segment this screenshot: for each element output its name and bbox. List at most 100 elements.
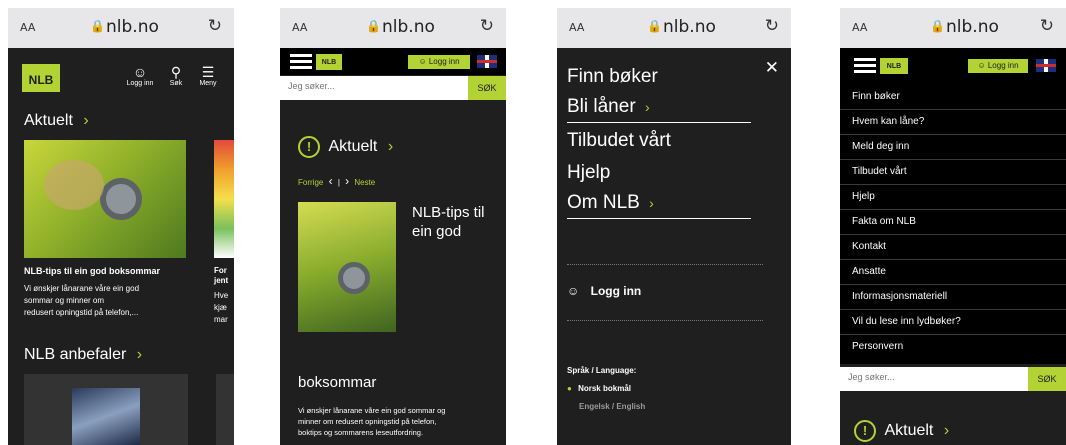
hamburger-icon[interactable] [290, 54, 312, 70]
prev-arrow-icon[interactable]: ‹ [329, 174, 333, 188]
search-button[interactable]: ⚲ Søk [164, 64, 188, 87]
menu-item-hjelp[interactable]: Hjelp [567, 162, 610, 184]
url-host: nlb.no [382, 17, 435, 37]
text-size-button[interactable]: AA [852, 21, 867, 34]
login-label: Logg inn [428, 57, 460, 66]
nlb-logo[interactable]: NLB [22, 64, 60, 92]
article-image [298, 202, 396, 332]
menu-item-hvem-kan-lane[interactable]: Hvem kan låne? [840, 109, 1066, 135]
next-arrow-icon[interactable]: › [345, 174, 349, 188]
browser-address-bar[interactable]: AA 🔒 nlb.no ↻ [840, 8, 1066, 48]
login-button[interactable]: ☺ Logg inn [120, 64, 160, 87]
search-label: Søk [169, 80, 183, 87]
browser-address-bar[interactable]: AA 🔒 nlb.no ↻ [8, 8, 234, 48]
active-dot-icon: ● [567, 384, 572, 393]
menu-label: Meny [199, 80, 217, 87]
url-host: nlb.no [663, 17, 716, 37]
menu-item-finn-boker[interactable]: Finn bøker [840, 84, 1066, 110]
peek-card-text-2: kjæ [214, 303, 227, 312]
close-icon[interactable]: ✕ [765, 58, 779, 78]
chevron-right-icon: › [644, 99, 650, 115]
news-card-title[interactable]: NLB-tips til ein god boksommar [24, 266, 160, 276]
lock-icon: 🔒 [90, 19, 105, 33]
nlb-logo[interactable]: NLB [316, 54, 342, 70]
reload-icon[interactable]: ↻ [1040, 16, 1054, 36]
headphones-graphic [338, 262, 370, 294]
search-bar: SØK [840, 367, 1066, 391]
headline-line-2: ein god [412, 223, 462, 240]
news-card-text-1: Vi ønskjer lånarane våre ein god [24, 284, 140, 293]
user-icon: ☺ [132, 64, 148, 80]
next-link[interactable]: Neste [354, 178, 375, 187]
menu-item-informasjon[interactable]: Informasjonsmateriell [840, 284, 1066, 310]
news-card-image[interactable] [24, 140, 186, 258]
browser-address-bar[interactable]: AA 🔒 nlb.no ↻ [280, 8, 506, 48]
menu-item-tilbudet[interactable]: Tilbudet vårt [567, 130, 671, 152]
menu-item-fakta[interactable]: Fakta om NLB [840, 209, 1066, 235]
reload-icon[interactable]: ↻ [480, 16, 494, 36]
headline-line-3: boksommar [298, 374, 377, 391]
info-circle-icon: ! [298, 136, 320, 158]
hamburger-icon[interactable] [854, 58, 876, 74]
search-submit-button[interactable]: SØK [468, 76, 506, 100]
peek-recommendation-card[interactable] [216, 374, 234, 445]
menu-item-meld-deg-inn[interactable]: Meld deg inn [840, 134, 1066, 160]
search-submit-button[interactable]: SØK [1028, 367, 1066, 391]
logo-text: NLB [886, 63, 902, 70]
menu-item-lydboker[interactable]: Vil du lese inn lydbøker? [840, 309, 1066, 335]
aktuelt-heading[interactable]: ! Aktuelt › [298, 136, 393, 158]
language-norsk-label: Norsk bokmål [578, 384, 631, 393]
menu-item-bli-laner[interactable]: Bli låner › [567, 96, 751, 123]
menu-item-kontakt[interactable]: Kontakt [840, 234, 1066, 260]
hamburger-icon: ☰ [201, 64, 215, 80]
section-heading-aktuelt[interactable]: Aktuelt › [24, 112, 89, 130]
english-flag-icon[interactable] [1036, 59, 1056, 72]
section-anbefaler-label: NLB anbefaler [24, 346, 127, 363]
search-input[interactable] [846, 371, 1000, 383]
article-body-2: minner om redusert opningstid på telefon… [298, 417, 437, 426]
text-size-button[interactable]: AA [292, 21, 307, 34]
reload-icon[interactable]: ↻ [208, 16, 222, 36]
text-size-button[interactable]: AA [569, 21, 584, 34]
section-aktuelt-label: Aktuelt [24, 112, 73, 129]
menu-item-finn-boker[interactable]: Finn bøker [567, 66, 658, 88]
menu-item-bli-laner-label: Bli låner [567, 96, 636, 117]
logo-text: NLB [321, 59, 337, 66]
text-size-button[interactable]: AA [20, 21, 35, 34]
menu-item-hjelp[interactable]: Hjelp [840, 184, 1066, 210]
login-button[interactable]: ☺ Logg inn [968, 59, 1028, 73]
reload-icon[interactable]: ↻ [765, 16, 779, 36]
menu-item-personvern[interactable]: Personvern [840, 334, 1066, 359]
menu-item-om-nlb-label: Om NLB [567, 192, 640, 213]
aktuelt-label: Aktuelt [328, 138, 378, 155]
menu-item-ansatte[interactable]: Ansatte [840, 259, 1066, 285]
recommendation-card[interactable] [24, 374, 188, 445]
headline-line-1: NLB-tips til [412, 204, 485, 221]
language-option-norsk[interactable]: ● Norsk bokmål [567, 384, 631, 393]
prev-link[interactable]: Forrige [298, 178, 323, 187]
menu-item-om-nlb[interactable]: Om NLB › [567, 192, 751, 219]
nlb-logo[interactable]: NLB [880, 58, 908, 74]
phone-screen-menu: AA 🔒 nlb.no ↻ ✕ Finn bøker Bli låner › T… [557, 8, 791, 445]
search-input[interactable] [286, 80, 440, 92]
language-option-english[interactable]: Engelsk / English [579, 402, 645, 411]
menu-item-tilbudet[interactable]: Tilbudet vårt [840, 159, 1066, 185]
menu-button[interactable]: ☰ Meny [194, 64, 222, 87]
browser-address-bar[interactable]: AA 🔒 nlb.no ↻ [557, 8, 791, 48]
lock-icon: 🔒 [366, 19, 381, 33]
url-host: nlb.no [106, 17, 159, 37]
section-heading-anbefaler[interactable]: NLB anbefaler › [24, 346, 142, 364]
menu-list: Finn bøker Hvem kan låne? Meld deg inn T… [840, 84, 1066, 364]
info-circle-icon: ! [854, 420, 876, 442]
menu-login[interactable]: ☺ Logg inn [567, 284, 641, 298]
language-heading: Språk / Language: [567, 366, 637, 375]
english-flag-icon[interactable] [477, 55, 497, 68]
peek-card-title-1: For [214, 266, 227, 275]
login-button[interactable]: ☺ Logg inn [408, 55, 470, 69]
peek-card-image[interactable] [214, 140, 234, 258]
carousel-nav: Forrige ‹ | › Neste [298, 174, 375, 188]
user-icon: ☺ [567, 284, 580, 298]
news-card-text-2: sommar og minner om [24, 296, 105, 305]
chevron-right-icon: › [83, 112, 89, 129]
aktuelt-heading[interactable]: ! Aktuelt › [854, 420, 949, 442]
